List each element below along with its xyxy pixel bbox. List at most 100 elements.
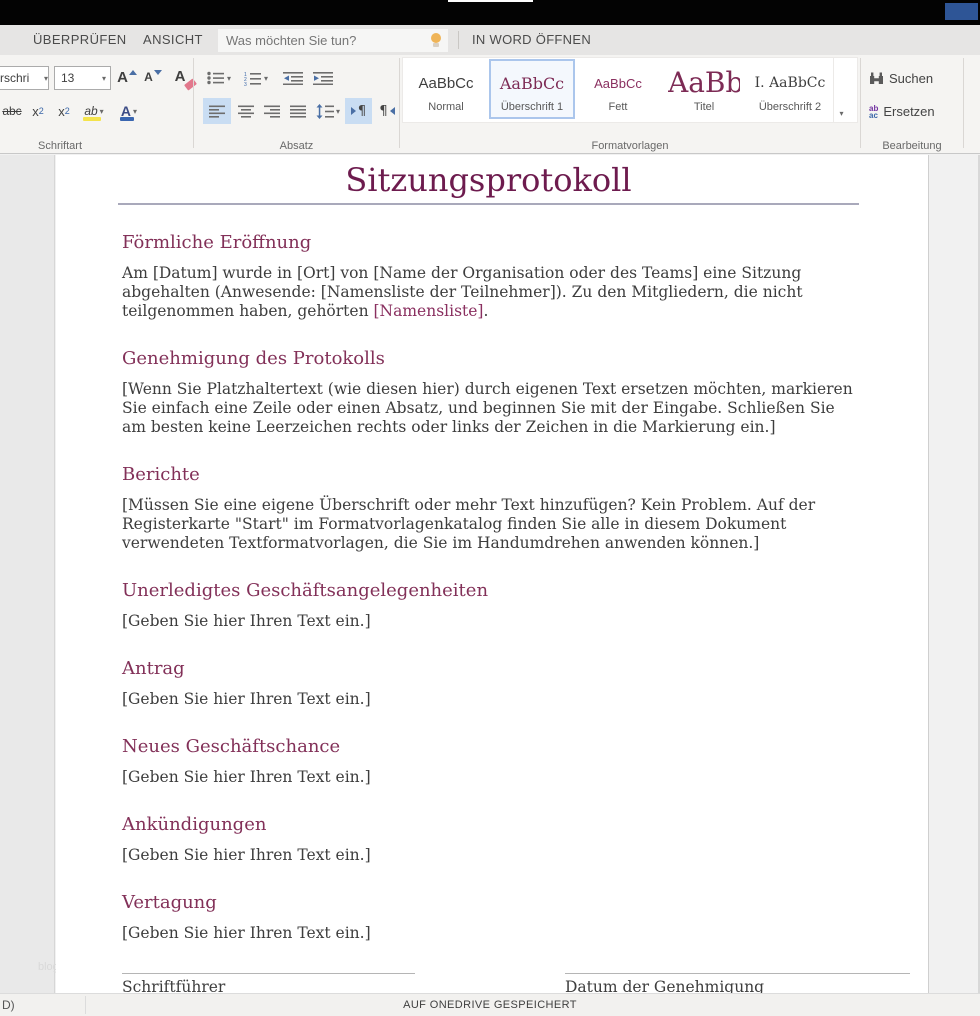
decrease-indent-button[interactable]: [280, 67, 306, 89]
editing-group-label: Bearbeitung: [861, 140, 963, 152]
right-to-left-button[interactable]: ¶: [375, 98, 399, 124]
shrink-font-icon: A: [144, 70, 153, 84]
section-heading[interactable]: Genehmigung des Protokolls: [122, 348, 855, 370]
font-group: rschri ▾ 13 ▾ A A A abc x2 x2 ab: [0, 55, 193, 154]
signature-field-0[interactable]: Schriftführer: [122, 973, 415, 993]
find-button[interactable]: Suchen: [869, 71, 933, 86]
placeholder-link: [Namensliste]: [374, 302, 484, 320]
document-area: blog Sitzungsprotokoll Förmliche Eröffnu…: [0, 155, 980, 993]
subscript-button[interactable]: x2: [26, 99, 50, 123]
style-name: Überschrift 1: [491, 101, 573, 113]
style-card-fett[interactable]: AaBbCcFett: [575, 59, 661, 119]
paragraph-text: [Geben Sie hier Ihren Text ein.]: [122, 924, 371, 942]
styles-gallery-more-button[interactable]: ▾: [833, 58, 847, 122]
replace-button[interactable]: ab ac Ersetzen: [869, 104, 935, 119]
status-bar: D) AUF ONEDRIVE GESPEICHERT: [0, 993, 980, 1016]
section-paragraph[interactable]: [Müssen Sie eine eigene Überschrift oder…: [122, 496, 855, 553]
section-heading[interactable]: Unerledigtes Geschäftsangelegenheiten: [122, 580, 855, 602]
paragraph-text: .: [483, 302, 488, 320]
font-color-button[interactable]: A ▾: [114, 99, 144, 123]
styles-group-label: Formatvorlagen: [400, 140, 860, 152]
highlight-icon: ab: [84, 104, 97, 118]
ribbon-separator: [963, 58, 964, 148]
editing-group: Suchen ab ac Ersetzen Bearbeitung: [861, 55, 963, 154]
styles-group: AaBbCc Normal AaBbCc Überschrift 1AaBbCcFet…: [400, 55, 860, 154]
style-card-titel[interactable]: AaBbCcTitel: [661, 59, 747, 119]
font-size-combobox[interactable]: 13 ▾: [54, 66, 111, 90]
document-page[interactable]: Sitzungsprotokoll Förmliche Eröffnung Am …: [56, 155, 929, 993]
section-heading[interactable]: Neues Geschäftschance: [122, 736, 855, 758]
style-sample: AaBbCc: [418, 75, 473, 92]
tab-ansicht[interactable]: ANSICHT: [143, 25, 203, 55]
style-card-normal[interactable]: AaBbCc Normal: [403, 59, 489, 119]
style-sample: AaBbCc: [500, 74, 564, 93]
style-name: Normal: [405, 101, 487, 113]
section-paragraph[interactable]: [Wenn Sie Platzhaltertext (wie diesen hi…: [122, 380, 855, 437]
justify-button[interactable]: [286, 98, 310, 124]
paragraph-text: [Müssen Sie eine eigene Überschrift oder…: [122, 496, 815, 552]
tell-me-placeholder: Was möchten Sie tun?: [218, 33, 430, 48]
section-paragraph[interactable]: [Geben Sie hier Ihren Text ein.]: [122, 924, 855, 943]
font-name-combobox[interactable]: rschri ▾: [0, 66, 49, 90]
style-sample: I. AaBbCc: [755, 75, 826, 91]
binoculars-icon: [869, 72, 884, 85]
increase-indent-icon: [313, 71, 333, 85]
section-paragraph[interactable]: [Geben Sie hier Ihren Text ein.]: [122, 768, 855, 787]
document-title[interactable]: Sitzungsprotokoll: [122, 160, 855, 200]
numbered-list-button[interactable]: 123 ▾: [240, 67, 272, 89]
highlight-color-button[interactable]: ab ▾: [78, 99, 110, 123]
topbar-blue-accent: [945, 3, 978, 20]
document-content: Sitzungsprotokoll Förmliche Eröffnung Am …: [122, 160, 855, 993]
chevron-down-icon[interactable]: ▾: [133, 107, 137, 116]
chevron-down-icon[interactable]: ▾: [839, 109, 843, 118]
section-heading[interactable]: Vertagung: [122, 892, 855, 914]
style-card--berschrift-1[interactable]: AaBbCc Überschrift 1: [489, 59, 575, 119]
svg-text:3: 3: [244, 82, 247, 86]
bullet-list-button[interactable]: ▾: [204, 67, 234, 89]
superscript-button[interactable]: x2: [52, 99, 76, 123]
chevron-down-icon[interactable]: ▾: [227, 74, 231, 83]
chevron-down-icon[interactable]: ▾: [44, 74, 48, 83]
grow-font-button[interactable]: A: [114, 64, 140, 90]
section-heading[interactable]: Förmliche Eröffnung: [122, 232, 855, 254]
font-size-value: 13: [55, 71, 100, 85]
paragraph-text: [Geben Sie hier Ihren Text ein.]: [122, 768, 371, 786]
style-name: Überschrift 2: [749, 101, 831, 113]
clear-formatting-icon: A: [175, 68, 186, 85]
style-sample: AaBbCc: [594, 76, 642, 91]
line-spacing-button[interactable]: ▾: [312, 98, 344, 124]
section-paragraph[interactable]: [Geben Sie hier Ihren Text ein.]: [122, 846, 855, 865]
section-heading[interactable]: Antrag: [122, 658, 855, 680]
chevron-down-icon[interactable]: ▾: [264, 74, 268, 83]
section-paragraph[interactable]: [Geben Sie hier Ihren Text ein.]: [122, 612, 855, 631]
section-paragraph[interactable]: Am [Datum] wurde in [Ort] von [Name der …: [122, 264, 855, 321]
paragraph-text: [Geben Sie hier Ihren Text ein.]: [122, 612, 371, 630]
align-right-button[interactable]: [260, 98, 284, 124]
rtl-arrow-icon: [390, 107, 395, 115]
right-gutter: [930, 155, 978, 993]
signature-field-1[interactable]: Datum der Genehmigung: [565, 973, 910, 993]
left-to-right-button[interactable]: ¶: [345, 98, 372, 124]
align-center-button[interactable]: [234, 98, 258, 124]
tell-me-search-input[interactable]: Was möchten Sie tun?: [218, 29, 448, 52]
strikethrough-button[interactable]: abc: [0, 99, 24, 123]
decrease-indent-icon: [283, 71, 303, 85]
chevron-down-icon[interactable]: ▾: [100, 107, 104, 116]
increase-indent-button[interactable]: [310, 67, 336, 89]
bullet-list-icon: [207, 71, 225, 85]
align-left-button[interactable]: [203, 98, 231, 124]
section-paragraph[interactable]: [Geben Sie hier Ihren Text ein.]: [122, 690, 855, 709]
clear-formatting-button[interactable]: A: [166, 62, 194, 90]
strikethrough-icon: abc: [2, 104, 21, 118]
shrink-font-button[interactable]: A: [141, 64, 165, 90]
chevron-down-icon[interactable]: ▾: [336, 107, 340, 116]
align-right-icon: [264, 105, 280, 118]
numbered-list-icon: 123: [244, 71, 262, 86]
paragraph-text: [Geben Sie hier Ihren Text ein.]: [122, 690, 371, 708]
chevron-down-icon[interactable]: ▾: [102, 74, 106, 83]
section-heading[interactable]: Berichte: [122, 464, 855, 486]
tab-ueberpruefen[interactable]: ÜBERPRÜFEN: [33, 25, 127, 55]
style-card--berschrift-2[interactable]: I. AaBbCc Überschrift 2: [747, 59, 833, 119]
section-heading[interactable]: Ankündigungen: [122, 814, 855, 836]
open-in-word-button[interactable]: IN WORD ÖFFNEN: [472, 25, 591, 55]
